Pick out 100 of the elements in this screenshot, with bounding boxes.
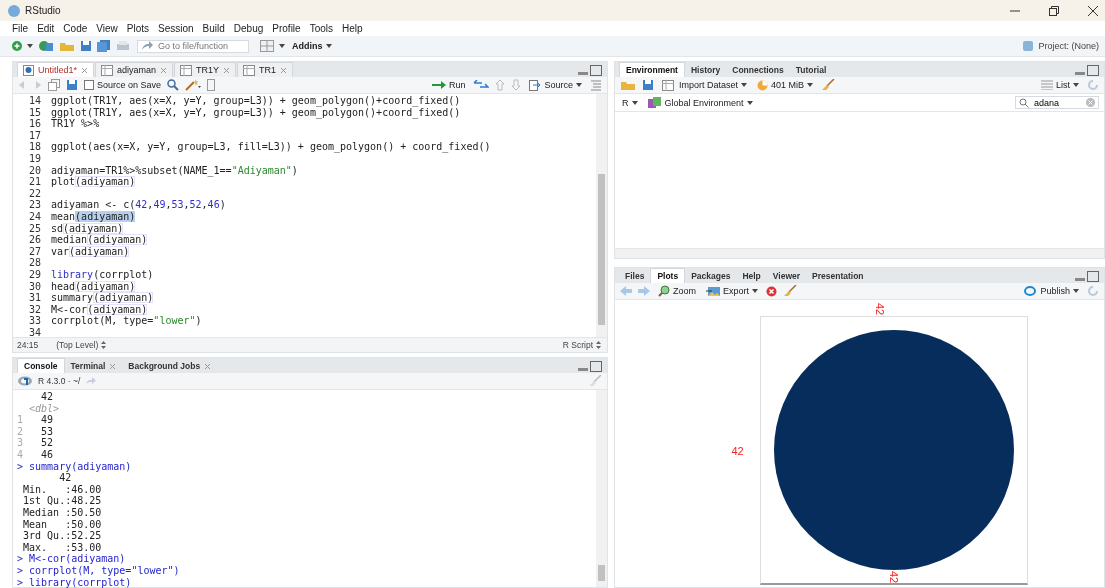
zoom-button[interactable]: Zoom <box>656 285 698 297</box>
project-box-icon <box>1023 40 1034 52</box>
environment-tab[interactable]: Connections <box>726 63 790 77</box>
line-number: 26 <box>27 234 42 246</box>
editor-tab[interactable]: adiyaman <box>95 62 174 77</box>
save-icon[interactable] <box>80 40 92 52</box>
console-line: 42 <box>40 391 54 403</box>
pane-resize-icon[interactable] <box>1074 65 1100 77</box>
files-tab[interactable]: Viewer <box>766 269 807 283</box>
broom-icon[interactable] <box>821 79 836 91</box>
line-number: 33 <box>27 315 42 327</box>
grid-icon[interactable] <box>260 40 274 52</box>
export-button[interactable]: Export <box>704 285 761 297</box>
line-number: 14 <box>27 95 42 107</box>
console-tab[interactable]: Console <box>17 358 65 373</box>
console-tab[interactable]: Terminal <box>64 359 123 373</box>
up-down-icon <box>596 341 601 349</box>
menu-item[interactable]: Build <box>202 23 225 34</box>
back-forward-icon[interactable] <box>620 286 650 296</box>
menu-item[interactable]: File <box>12 23 29 34</box>
search-icon[interactable] <box>167 79 180 91</box>
console-tab[interactable]: Background Jobs <box>122 359 218 373</box>
console-line: Median :50.50 <box>22 506 102 519</box>
source-button[interactable]: Source <box>527 79 584 91</box>
project-label[interactable]: Project: (None) <box>1038 41 1099 51</box>
editor-tab[interactable]: TR1Y <box>174 62 237 77</box>
import-dataset-button[interactable]: Import Dataset <box>660 79 750 91</box>
memory-usage-button[interactable]: 401 MiB <box>755 79 816 91</box>
environment-tab[interactable]: Environment <box>619 62 685 77</box>
restore-icon[interactable] <box>1048 4 1060 17</box>
window-title: RStudio <box>25 5 61 16</box>
remove-plot-icon[interactable] <box>766 285 778 297</box>
print-icon[interactable] <box>116 40 130 52</box>
save-all-icon[interactable] <box>97 40 111 52</box>
line-number: 16 <box>27 118 42 130</box>
addins-button[interactable]: Addins <box>290 41 334 51</box>
line-number: 30 <box>27 280 42 293</box>
show-in-window-icon[interactable] <box>48 79 60 91</box>
list-view-button[interactable]: List <box>1039 80 1081 90</box>
menu-item[interactable]: Plots <box>126 23 149 34</box>
go-to-directory-icon[interactable] <box>86 377 97 385</box>
code-line: adiyaman <- c(42,49,53,52,46) <box>51 199 226 211</box>
menu-item[interactable]: Profile <box>272 23 301 34</box>
editor-tab[interactable]: TR1 <box>237 62 294 77</box>
scope-selector[interactable]: (Top Level) <box>54 340 109 350</box>
close-icon[interactable] <box>1087 4 1099 17</box>
language-selector[interactable]: R <box>620 97 640 108</box>
add-icon[interactable] <box>12 41 22 51</box>
scrollbar[interactable] <box>615 248 1104 258</box>
line-number: 20 <box>27 164 42 177</box>
scrollbar[interactable] <box>596 390 607 587</box>
files-tab[interactable]: Packages <box>685 269 737 283</box>
pane-resize-icon[interactable] <box>577 65 603 77</box>
clear-icon[interactable] <box>1086 98 1095 107</box>
magnifier-icon <box>658 285 670 297</box>
files-tab[interactable]: Files <box>619 269 651 283</box>
console-line: > corrplot(M, type="lower") <box>17 564 180 577</box>
file-type-selector[interactable]: R Script <box>560 340 603 350</box>
run-button[interactable]: Run <box>429 80 468 90</box>
menu-item[interactable]: Edit <box>37 23 55 34</box>
down-arrow-icon[interactable] <box>511 79 522 91</box>
menu-item[interactable]: Session <box>158 23 194 34</box>
files-tab[interactable]: Presentation <box>806 269 870 283</box>
up-arrow-icon[interactable] <box>495 79 506 91</box>
files-tab[interactable]: Plots <box>650 268 686 283</box>
save-icon[interactable] <box>66 79 78 91</box>
rerun-icon[interactable] <box>473 80 490 90</box>
console-line: > summary(adiyaman) <box>17 460 132 473</box>
scrollbar[interactable] <box>596 94 607 337</box>
caret-icon <box>325 44 332 48</box>
environment-tab[interactable]: Tutorial <box>789 63 833 77</box>
pane-resize-icon[interactable] <box>1074 271 1100 283</box>
line-number: 21 <box>27 176 42 188</box>
back-forward-icon[interactable] <box>18 80 42 90</box>
environment-selector[interactable]: Global Environment <box>645 96 755 109</box>
outline-icon[interactable] <box>207 79 216 91</box>
folder-icon[interactable] <box>620 79 636 91</box>
pane-resize-icon[interactable] <box>577 361 603 373</box>
code-line: TR1Y %>% <box>51 118 100 130</box>
search-field[interactable]: adana <box>1015 96 1099 109</box>
caret-icon[interactable] <box>27 44 33 48</box>
environment-tab[interactable]: History <box>684 63 727 77</box>
source-on-save-checkbox[interactable]: Source on Save <box>84 80 162 90</box>
menu-item[interactable]: Debug <box>233 23 264 34</box>
save-icon[interactable] <box>642 79 654 91</box>
publish-button[interactable]: Publish <box>1021 286 1081 296</box>
editor-tab[interactable]: Untitled1* <box>17 62 95 77</box>
files-tab[interactable]: Help <box>736 269 767 283</box>
go-to-file-field[interactable]: Go to file/function <box>137 39 249 53</box>
menu-item[interactable]: Help <box>342 23 363 34</box>
menu-item[interactable]: View <box>96 23 118 34</box>
folder-icon[interactable] <box>59 40 75 52</box>
caret-icon[interactable] <box>279 44 285 48</box>
menu-item[interactable]: Tools <box>309 23 333 34</box>
axis-label: 42 <box>887 570 900 584</box>
magic-wand-icon[interactable] <box>185 79 202 91</box>
console-line: Mean :50.00 <box>22 518 102 531</box>
broom-icon[interactable] <box>783 285 798 297</box>
menu-item[interactable]: Code <box>63 23 88 34</box>
code-line: ggplot(TR1Y, aes(x=X, y=Y, group=L3)) + geom_polygon()+coord_fixed() <box>51 95 461 107</box>
